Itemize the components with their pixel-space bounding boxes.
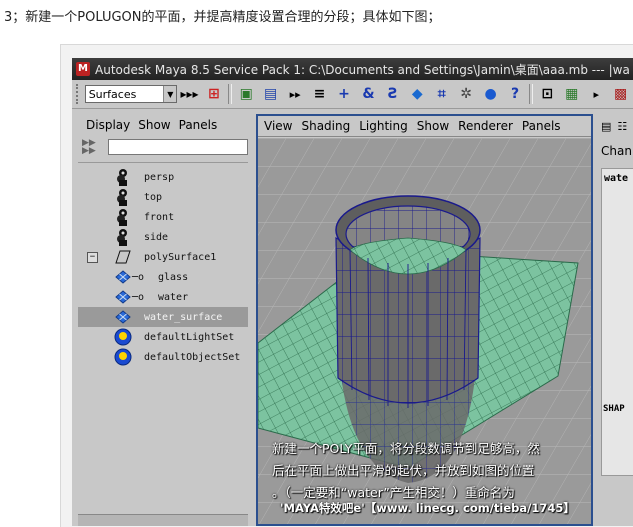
- toolbar-separator: [529, 84, 534, 104]
- collapse-minus-icon[interactable]: −: [87, 252, 98, 263]
- mesh-icon: [114, 268, 132, 286]
- lattice-icon[interactable]: ⌗: [433, 84, 451, 104]
- title-bar: M Autodesk Maya 8.5 Service Pack 1: C:\D…: [72, 58, 633, 80]
- outliner-item-label: water_surface: [144, 311, 223, 323]
- outliner-item-glass[interactable]: ─o glass: [78, 267, 248, 287]
- outliner-item-label: defaultLightSet: [144, 331, 235, 343]
- input-line-icon[interactable]: ▦: [563, 84, 581, 104]
- perspective-viewport-panel: View Shading Lighting Show Renderer Pane…: [256, 114, 593, 526]
- outliner-item-persp[interactable]: persp: [78, 167, 248, 187]
- watermark: 'MAYA特效吧e'【www. linecg. com/tieba/1745】: [280, 501, 575, 515]
- camera-icon: [114, 208, 132, 226]
- viewport-menu-view[interactable]: View: [264, 119, 292, 133]
- channel-box-shapes-label: SHAP: [603, 404, 625, 414]
- outliner-item-top[interactable]: top: [78, 187, 248, 207]
- snap-grid-icon[interactable]: ▣: [237, 84, 255, 104]
- tool-settings-icon[interactable]: ▩: [611, 84, 629, 104]
- mesh-icon: [114, 308, 132, 326]
- menu-set-value: Surfaces: [88, 87, 137, 101]
- camera-icon: [114, 188, 132, 206]
- collapse-icon[interactable]: ▸▸: [286, 84, 304, 104]
- curve-icon[interactable]: Ƨ: [384, 84, 402, 104]
- channel-box-tab-icon[interactable]: ▤: [601, 120, 611, 133]
- maya-app-icon: M: [76, 62, 90, 76]
- set-icon: [114, 348, 132, 366]
- toolbar-separator: [228, 84, 233, 104]
- viewport-menu-panels[interactable]: Panels: [522, 119, 561, 133]
- tutorial-text-line-1: 新建一个POLY平面，将分段数调节到足够高，然: [272, 441, 540, 456]
- maya-window: M Autodesk Maya 8.5 Service Pack 1: C:\D…: [72, 58, 633, 526]
- outliner-item-defaultobjectset[interactable]: defaultObjectSet: [78, 347, 248, 367]
- outliner-horizontal-scrollbar[interactable]: [78, 514, 248, 526]
- outliner-item-label: glass: [158, 271, 189, 283]
- outliner-item-water-surface[interactable]: water_surface: [78, 307, 248, 327]
- snap-curve-icon[interactable]: ▤: [261, 84, 279, 104]
- viewport-menu-show[interactable]: Show: [417, 119, 449, 133]
- help-icon[interactable]: ?: [506, 84, 524, 104]
- history-icon[interactable]: ≡: [310, 84, 328, 104]
- move-icon[interactable]: +: [335, 84, 353, 104]
- outliner-list: persp top front side − polySurface1 ─o g…: [78, 162, 248, 526]
- outliner-item-side[interactable]: side: [78, 227, 248, 247]
- outliner-item-label: persp: [144, 171, 175, 183]
- outliner-menu-show[interactable]: Show: [138, 118, 170, 132]
- page-caption: 3；新建一个POLUGON的平面，并提高精度设置合理的分段；具体如下图；: [4, 10, 441, 25]
- collapse-icon[interactable]: ▸: [587, 84, 605, 104]
- toolbar-grip[interactable]: [76, 84, 82, 104]
- channel-box-menu[interactable]: Chan: [601, 144, 633, 158]
- channel-box-list: wate: [601, 168, 633, 476]
- camera-icon: [114, 168, 132, 186]
- viewport-3d-view[interactable]: 新建一个POLY平面，将分段数调节到足够高，然 后在平面上做出平滑的起伏，并放到…: [258, 138, 591, 524]
- outliner-menu-display[interactable]: Display: [86, 118, 130, 132]
- filter-arrows-icon[interactable]: ▶▶ ▶▶: [82, 139, 102, 156]
- outliner-item-label: water: [158, 291, 189, 303]
- viewport-menu-renderer[interactable]: Renderer: [458, 119, 513, 133]
- sphere-icon[interactable]: ●: [481, 84, 499, 104]
- tutorial-text-line-2: 后在平面上做出平滑的起伏，并放到如图的位置: [272, 463, 535, 478]
- channel-box-panel: ▤ ☷ Chan wate SHAP: [597, 114, 633, 526]
- bug-icon[interactable]: ✲: [457, 84, 475, 104]
- status-line-toolbar: Surfaces ▼ ▸▸▸ ⊞ ▣ ▤ ▸▸ ≡ + & Ƨ ◆ ⌗ ✲ ● …: [72, 80, 633, 109]
- collapse-arrows-icon[interactable]: ▸▸▸: [180, 84, 198, 104]
- window-title: Autodesk Maya 8.5 Service Pack 1: C:\Doc…: [95, 62, 630, 77]
- menu-set-dropdown[interactable]: Surfaces ▼: [84, 85, 178, 103]
- lasso-icon[interactable]: &: [359, 84, 377, 104]
- channel-box-object-name: wate: [604, 173, 629, 184]
- camera-icon: [114, 228, 132, 246]
- cube-icon[interactable]: ◆: [408, 84, 426, 104]
- chevron-down-icon[interactable]: ▼: [163, 86, 177, 102]
- transform-icon: [114, 248, 132, 266]
- channel-box-tabs: ▤ ☷: [597, 114, 633, 138]
- outliner-item-label: front: [144, 211, 175, 223]
- outliner-item-label: side: [144, 231, 169, 243]
- viewport-menubar: View Shading Lighting Show Renderer Pane…: [258, 116, 591, 137]
- outliner-item-front[interactable]: front: [78, 207, 248, 227]
- outliner-item-label: defaultObjectSet: [144, 351, 241, 363]
- set-icon: [114, 328, 132, 346]
- outliner-search-field[interactable]: [108, 139, 248, 155]
- outliner-item-water[interactable]: ─o water: [78, 287, 248, 307]
- outliner-connector: ─o: [132, 291, 145, 303]
- outliner-menu-panels[interactable]: Panels: [179, 118, 218, 132]
- viewport-menu-lighting[interactable]: Lighting: [359, 119, 408, 133]
- outliner-item-polysurface1[interactable]: − polySurface1: [78, 247, 248, 267]
- select-by-hierarchy-icon[interactable]: ⊞: [205, 84, 223, 104]
- viewport-menu-shading[interactable]: Shading: [301, 119, 350, 133]
- outliner-item-label: polySurface1: [144, 251, 217, 263]
- outliner-menubar: Display Show Panels: [78, 114, 248, 136]
- outliner-item-label: top: [144, 191, 163, 203]
- outliner-filter-row: ▶▶ ▶▶: [78, 136, 248, 158]
- layer-editor-tab-icon[interactable]: ☷: [617, 120, 627, 133]
- tutorial-text-line-3: 。（一定要和“water”产生相交！）重命名为: [272, 485, 515, 500]
- outliner-connector: ─o: [132, 271, 145, 283]
- lock-icon[interactable]: ⊡: [538, 84, 556, 104]
- outliner-item-defaultlightset[interactable]: defaultLightSet: [78, 327, 248, 347]
- outliner-panel: Display Show Panels ▶▶ ▶▶ persp top fron…: [78, 114, 248, 526]
- mesh-icon: [114, 288, 132, 306]
